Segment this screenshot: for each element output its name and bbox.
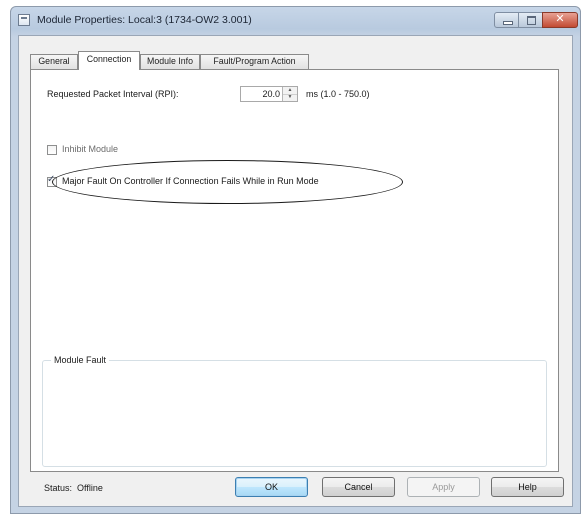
- status-label: Status:: [44, 483, 73, 493]
- title-bar[interactable]: Module Properties: Local:3 (1734-OW2 3.0…: [11, 7, 580, 35]
- window-app-icon: [18, 14, 30, 26]
- module-properties-window: Module Properties: Local:3 (1734-OW2 3.0…: [10, 6, 581, 514]
- module-fault-group: Module Fault: [42, 355, 547, 467]
- tab-connection[interactable]: Connection: [78, 51, 140, 70]
- tab-module-info[interactable]: Module Info: [140, 54, 200, 69]
- apply-button[interactable]: Apply: [407, 477, 480, 497]
- help-button[interactable]: Help: [491, 477, 564, 497]
- close-button[interactable]: ✕: [542, 12, 578, 28]
- dialog-client-area: General Connection Module Info Fault/Pro…: [18, 35, 573, 507]
- spinner-down-icon[interactable]: ▼: [283, 94, 297, 101]
- minimize-button[interactable]: [494, 12, 519, 28]
- status-value: Offline: [77, 483, 103, 493]
- window-title: Module Properties: Local:3 (1734-OW2 3.0…: [37, 14, 252, 26]
- inhibit-module-checkbox[interactable]: [47, 145, 57, 155]
- rpi-label: Requested Packet Interval (RPI):: [47, 89, 179, 99]
- module-fault-title: Module Fault: [51, 355, 110, 365]
- tab-fault-program-action[interactable]: Fault/Program Action: [200, 54, 309, 69]
- connection-tab-panel: Requested Packet Interval (RPI): 20.0 ▲ …: [30, 69, 559, 472]
- major-fault-label: Major Fault On Controller If Connection …: [62, 176, 319, 186]
- ok-button[interactable]: OK: [235, 477, 308, 497]
- maximize-button[interactable]: [518, 12, 543, 28]
- tab-general[interactable]: General: [30, 54, 78, 69]
- rpi-range-label: ms (1.0 - 750.0): [306, 89, 370, 99]
- status-area: Status: Offline: [44, 483, 103, 493]
- close-icon: ✕: [555, 12, 565, 25]
- cancel-button[interactable]: Cancel: [322, 477, 395, 497]
- minimize-icon: [503, 21, 513, 25]
- rpi-value: 20.0: [262, 89, 280, 99]
- rpi-input[interactable]: 20.0 ▲ ▼: [240, 86, 298, 102]
- maximize-icon: [527, 16, 536, 25]
- inhibit-module-label: Inhibit Module: [62, 144, 119, 154]
- rpi-spinner[interactable]: ▲ ▼: [282, 87, 297, 101]
- major-fault-checkbox[interactable]: ✓: [47, 174, 57, 187]
- checkmark-icon: ✓: [47, 174, 56, 185]
